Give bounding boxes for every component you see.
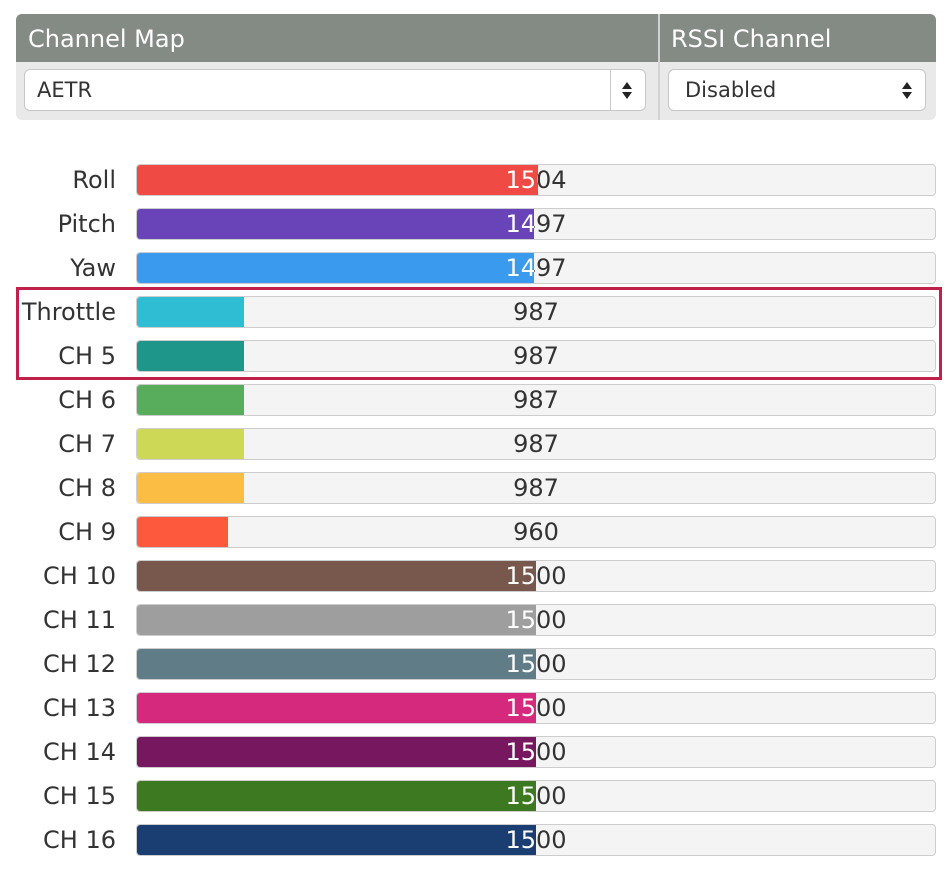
channel-bar-track: 987 987	[136, 428, 936, 460]
channel-row: CH 8 987 987	[0, 472, 952, 504]
channel-label: CH 15	[43, 782, 116, 810]
channel-row: CH 6 987 987	[0, 384, 952, 416]
channel-bar-fill: 1500	[137, 781, 536, 811]
channel-bar-fill: 1500	[137, 605, 536, 635]
channel-bar-track: 15001500	[136, 824, 936, 856]
channel-label: CH 6	[58, 386, 116, 414]
channel-bar-fill: 1497	[137, 253, 535, 283]
channel-bar-track: 987 987	[136, 384, 936, 416]
channel-bar-track: 15001500	[136, 780, 936, 812]
channel-bar-fill: 960	[137, 517, 229, 547]
channel-label: Pitch	[57, 210, 116, 238]
highlight-box	[16, 287, 942, 380]
channel-bar-track: 14971497	[136, 252, 936, 284]
channel-bar-track: 15001500	[136, 648, 936, 680]
channel-bar-fill: 987	[137, 385, 244, 415]
channel-value: 987	[513, 474, 559, 502]
channel-row: CH 9 960 960	[0, 516, 952, 548]
channel-label: CH 14	[43, 738, 116, 766]
channel-label: Roll	[72, 166, 116, 194]
channel-map-header: Channel Map	[16, 14, 658, 62]
channel-bar-fill: 1500	[137, 737, 536, 767]
channel-bar-track: 15001500	[136, 560, 936, 592]
channel-bar-fill: 987	[137, 473, 244, 503]
channel-map-value: AETR	[37, 78, 93, 102]
channel-row: Roll 15041504	[0, 164, 952, 196]
channel-label: CH 9	[58, 518, 116, 546]
channel-value-overlay: 987	[137, 473, 244, 503]
channel-label: Yaw	[70, 254, 116, 282]
select-arrows-icon[interactable]	[610, 70, 645, 110]
rssi-channel-select[interactable]: Disabled	[668, 69, 926, 111]
channel-value-overlay: 1497	[505, 254, 535, 282]
channel-bar-fill: 1497	[137, 209, 535, 239]
channel-value: 987	[513, 430, 559, 458]
channel-row: CH 15 15001500	[0, 780, 952, 812]
select-arrows-icon[interactable]	[891, 70, 925, 110]
channel-row: Pitch 14971497	[0, 208, 952, 240]
channel-row: CH 16 15001500	[0, 824, 952, 856]
rssi-channel-value: Disabled	[685, 78, 777, 102]
channel-label: CH 16	[43, 826, 116, 854]
rssi-channel-header: RSSI Channel	[659, 14, 936, 62]
channel-label: CH 12	[43, 650, 116, 678]
channel-value-overlay: 1504	[505, 166, 538, 194]
channel-value-overlay: 1500	[505, 738, 536, 766]
channel-value-overlay: 1500	[505, 826, 536, 854]
channel-value: 960	[513, 518, 559, 546]
panel-divider	[658, 14, 660, 120]
channel-row: CH 13 15001500	[0, 692, 952, 724]
channel-map-select[interactable]: AETR	[24, 69, 646, 111]
channel-bar-fill: 1504	[137, 165, 539, 195]
channel-row: Yaw 14971497	[0, 252, 952, 284]
channel-bar-fill: 987	[137, 429, 244, 459]
channel-value-overlay: 1500	[505, 782, 536, 810]
channel-bar-fill: 1500	[137, 825, 536, 855]
channel-value-overlay: 1497	[505, 210, 535, 238]
channel-row: CH 11 15001500	[0, 604, 952, 636]
channel-bar-track: 15001500	[136, 692, 936, 724]
channel-row: CH 14 15001500	[0, 736, 952, 768]
channel-row: CH 12 15001500	[0, 648, 952, 680]
channel-bar-track: 987 987	[136, 472, 936, 504]
channel-value-overlay: 987	[137, 429, 244, 459]
channel-value-overlay: 987	[137, 385, 244, 415]
channel-bar-fill: 1500	[137, 649, 536, 679]
channel-value-overlay: 960	[137, 517, 228, 547]
channel-label: CH 8	[58, 474, 116, 502]
channel-value-overlay: 1500	[505, 650, 536, 678]
channel-row: CH 10 15001500	[0, 560, 952, 592]
channel-label: CH 13	[43, 694, 116, 722]
channel-value-overlay: 1500	[505, 562, 536, 590]
channel-value-overlay: 1500	[505, 606, 536, 634]
channel-label: CH 10	[43, 562, 116, 590]
channel-value-overlay: 1500	[505, 694, 536, 722]
receiver-settings-panel: Channel Map RSSI Channel AETR Disabled	[16, 14, 936, 120]
channel-bar-fill: 1500	[137, 693, 536, 723]
channel-label: CH 7	[58, 430, 116, 458]
channel-value: 987	[513, 386, 559, 414]
channel-bar-track: 960 960	[136, 516, 936, 548]
channel-bar-track: 15001500	[136, 736, 936, 768]
channel-bar-track: 15041504	[136, 164, 936, 196]
channel-label: CH 11	[43, 606, 116, 634]
channel-row: CH 7 987 987	[0, 428, 952, 460]
channel-bar-track: 14971497	[136, 208, 936, 240]
channel-bar-fill: 1500	[137, 561, 536, 591]
channel-bar-track: 15001500	[136, 604, 936, 636]
